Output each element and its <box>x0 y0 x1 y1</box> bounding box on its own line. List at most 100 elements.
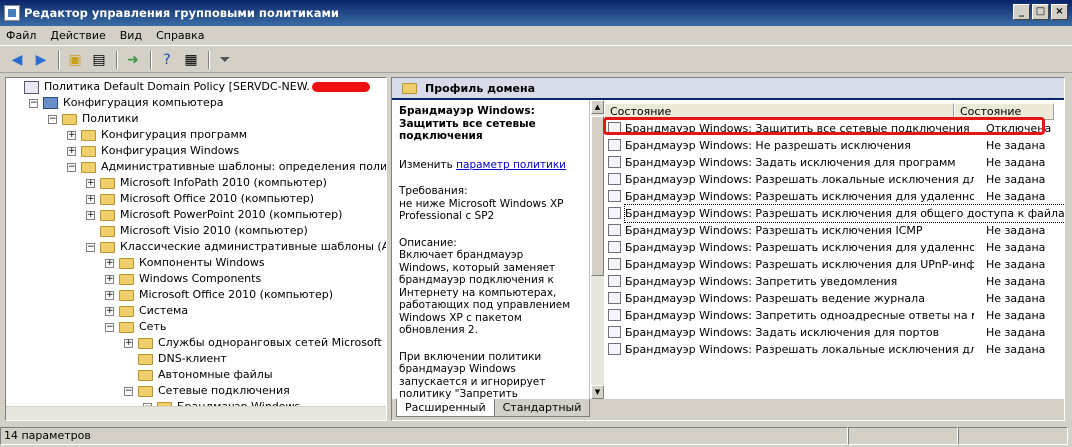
tab-standard[interactable]: Стандартный <box>493 399 591 417</box>
folder-icon <box>138 353 153 365</box>
tree-node[interactable]: Автономные файлы <box>6 367 386 383</box>
tree-node[interactable]: Microsoft Visio 2010 (компьютер) <box>6 223 386 239</box>
tree-node[interactable]: + Microsoft PowerPoint 2010 (компьютер) <box>6 207 386 223</box>
minimize-button[interactable]: _ <box>1013 4 1030 20</box>
setting-icon <box>608 224 621 236</box>
setting-icon <box>608 326 621 338</box>
properties-icon[interactable]: ▦ <box>180 50 202 70</box>
tree-node[interactable]: Политика Default Domain Policy [SERVDC-N… <box>6 79 386 95</box>
setting-row[interactable]: Брандмауэр Windows: Запретить одноадресн… <box>604 307 1064 324</box>
tree-node[interactable]: + Microsoft InfoPath 2010 (компьютер) <box>6 175 386 191</box>
tab-extended[interactable]: Расширенный <box>396 399 495 417</box>
setting-row[interactable]: Брандмауэр Windows: Разрешать локальные … <box>604 171 1064 188</box>
setting-name: Брандмауэр Windows: Разрешать исключения… <box>625 258 974 271</box>
setting-row[interactable]: Брандмауэр Windows: Разрешать ведение жу… <box>604 290 1064 307</box>
expand-icon[interactable]: + <box>105 306 114 316</box>
setting-row[interactable]: Брандмауэр Windows: Задать исключения дл… <box>604 154 1064 171</box>
tree-node-label: Microsoft Office 2010 (компьютер) <box>120 192 314 205</box>
setting-row[interactable]: Брандмауэр Windows: Разрешать исключения… <box>604 188 1064 205</box>
back-icon[interactable]: ◀ <box>6 50 28 70</box>
tree-node[interactable]: − Политики <box>6 111 386 127</box>
collapse-icon[interactable]: − <box>105 322 114 332</box>
scroll-up-icon[interactable]: ▲ <box>591 100 604 114</box>
tree-node-label: Сетевые подключения <box>158 384 290 397</box>
folder-icon <box>81 161 96 173</box>
tree-node-label: Административные шаблоны: определения по… <box>101 160 387 173</box>
scroll-thumb[interactable] <box>591 116 604 276</box>
up-folder-icon[interactable]: ▣ <box>64 50 86 70</box>
description-text: Включает брандмауэр Windows, который зам… <box>399 249 571 336</box>
tree-node[interactable]: + Конфигурация Windows <box>6 143 386 159</box>
collapse-icon[interactable]: − <box>124 386 133 396</box>
setting-row[interactable]: Брандмауэр Windows: Разрешать исключения… <box>604 204 1064 223</box>
collapse-icon[interactable]: − <box>86 242 95 252</box>
setting-row[interactable]: Брандмауэр Windows: Задать исключения дл… <box>604 324 1064 341</box>
tree-node[interactable]: + Конфигурация программ <box>6 127 386 143</box>
tree-node[interactable]: − Классические административные шаблоны (… <box>6 239 386 255</box>
setting-state: Не задана <box>986 173 1046 186</box>
expand-icon[interactable]: + <box>86 194 95 204</box>
menu-help[interactable]: Справка <box>156 29 204 42</box>
menu-file[interactable]: Файл <box>6 29 36 42</box>
expand-icon[interactable]: + <box>124 338 133 348</box>
setting-icon <box>608 275 621 287</box>
edit-policy-link[interactable]: параметр политики <box>456 159 566 171</box>
policy-icon <box>24 80 39 94</box>
setting-row[interactable]: Брандмауэр Windows: Разрешать локальные … <box>604 341 1064 358</box>
setting-row[interactable]: Брандмауэр Windows: Запретить уведомлени… <box>604 273 1064 290</box>
tree-node[interactable]: + Службы одноранговых сетей Microsoft <box>6 335 386 351</box>
window-title: Редактор управления групповыми политикам… <box>24 6 339 20</box>
maximize-button[interactable]: □ <box>1032 4 1049 20</box>
folder-icon <box>119 289 134 301</box>
close-button[interactable]: × <box>1051 4 1068 20</box>
setting-state: Не задана <box>986 292 1046 305</box>
menu-view[interactable]: Вид <box>120 29 142 42</box>
show-tree-icon[interactable]: ▤ <box>88 50 110 70</box>
export-icon[interactable]: ➜ <box>122 50 144 70</box>
setting-row[interactable]: Брандмауэр Windows: Разрешать исключения… <box>604 222 1064 239</box>
expand-icon[interactable]: + <box>86 178 95 188</box>
tree-node[interactable]: DNS-клиент <box>6 351 386 367</box>
menu-action[interactable]: Действие <box>50 29 105 42</box>
setting-icon <box>608 292 621 304</box>
help-icon[interactable]: ? <box>156 50 178 70</box>
expand-icon[interactable]: + <box>105 290 114 300</box>
expand-icon[interactable]: + <box>86 210 95 220</box>
expand-icon[interactable]: + <box>67 146 76 156</box>
expand-icon[interactable]: + <box>105 258 114 268</box>
tree-node[interactable]: + Microsoft Office 2010 (компьютер) <box>6 287 386 303</box>
collapse-icon[interactable]: − <box>67 162 76 172</box>
tree-node[interactable]: − Административные шаблоны: определения п… <box>6 159 386 175</box>
tree-node[interactable]: + Система <box>6 303 386 319</box>
tree-node[interactable]: + Microsoft Office 2010 (компьютер) <box>6 191 386 207</box>
filter-icon[interactable]: ⏷ <box>214 50 236 70</box>
tree-node-label: Windows Components <box>139 272 262 285</box>
tree-node[interactable]: + Компоненты Windows <box>6 255 386 271</box>
status-bar: 14 параметров <box>0 425 1072 447</box>
highlight-annotation <box>603 117 1045 135</box>
expand-icon[interactable]: + <box>105 274 114 284</box>
forward-icon[interactable]: ▶ <box>30 50 52 70</box>
setting-row[interactable]: Брандмауэр Windows: Разрешать исключения… <box>604 239 1064 256</box>
tree-node[interactable]: − Конфигурация компьютера <box>6 95 386 111</box>
scroll-down-icon[interactable]: ▼ <box>591 385 604 399</box>
setting-state: Не задана <box>986 241 1046 254</box>
setting-row[interactable]: Брандмауэр Windows: Разрешать исключения… <box>604 256 1064 273</box>
setting-icon <box>608 207 621 219</box>
computer-icon <box>43 97 58 109</box>
gpedit-app-icon <box>4 5 20 21</box>
folder-icon <box>138 385 153 397</box>
expand-icon[interactable]: + <box>67 130 76 140</box>
tree-node[interactable]: − Сетевые подключения <box>6 383 386 399</box>
folder-icon <box>100 241 115 253</box>
tree-node-label: Службы одноранговых сетей Microsoft <box>158 336 382 349</box>
description-scrollbar[interactable]: ▲ ▼ <box>591 100 604 399</box>
tree-node[interactable]: + Windows Components <box>6 271 386 287</box>
description-more: При включении политики брандмауэр Window… <box>399 350 546 400</box>
setting-row[interactable]: Брандмауэр Windows: Не разрешать исключе… <box>604 137 1064 154</box>
collapse-icon[interactable]: − <box>29 98 38 108</box>
tree-scrollbar[interactable] <box>6 406 386 420</box>
tree-node[interactable]: − Сеть <box>6 319 386 335</box>
collapse-icon[interactable]: − <box>48 114 57 124</box>
setting-state: Не задана <box>986 309 1046 322</box>
